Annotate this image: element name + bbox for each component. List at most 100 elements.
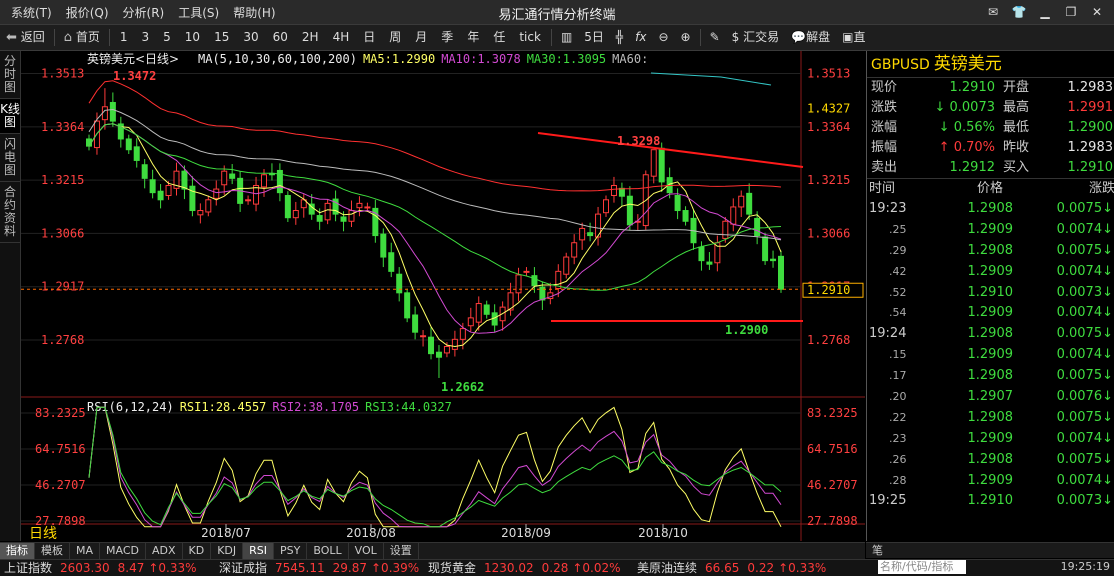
tick-time: .29: [889, 243, 907, 257]
rsi-tick-right: 83.2325: [807, 406, 858, 420]
side-tab[interactable]: 分时图: [0, 51, 20, 99]
index-change: 8.47: [117, 561, 145, 575]
candle-body: [149, 179, 156, 194]
indicator-tab[interactable]: MA: [70, 543, 101, 559]
period-buttons: 1 3 5 10 15 30 60 2H 4H 日周月季年任 tick: [113, 25, 548, 50]
menu-item[interactable]: 分析(R): [116, 4, 172, 21]
indicator-tab[interactable]: 指标: [0, 543, 35, 559]
indicator-tab[interactable]: ADX: [146, 543, 183, 559]
home-label: 首页: [75, 30, 100, 44]
candle-body: [563, 256, 570, 275]
market-index[interactable]: 美原油连续 66.65 0.22 ↑0.33%: [637, 560, 826, 576]
tick-price: 1.2909: [967, 263, 1014, 279]
indicator-tab[interactable]: 设置: [384, 543, 419, 559]
ticks-tab[interactable]: 笔: [866, 542, 1114, 558]
candle-body: [284, 195, 291, 219]
live-button[interactable]: ▣直: [836, 25, 871, 50]
candle-body: [603, 199, 610, 214]
bar-chart-icon[interactable]: ▥: [555, 25, 578, 50]
tick-change: 0.0076↓: [1056, 389, 1113, 405]
candle-body: [380, 233, 387, 258]
period-button[interactable]: 季: [434, 25, 460, 50]
menu-item[interactable]: 工具(S): [171, 4, 226, 21]
market-index[interactable]: 深证成指 7545.11 29.87 ↑0.39%: [219, 560, 419, 576]
window-controls: ✉ 👕 ▁ ❐ ✕: [980, 0, 1110, 24]
candle-body: [388, 252, 395, 272]
indicator-tab[interactable]: 模板: [35, 543, 70, 559]
restore-icon[interactable]: ❐: [1058, 5, 1084, 19]
candle-body: [523, 270, 530, 273]
period-button[interactable]: 年: [460, 25, 486, 50]
period-button[interactable]: 月: [408, 25, 434, 50]
tick-time: .42: [889, 264, 907, 278]
zoom-in-icon[interactable]: ⊕: [675, 25, 697, 50]
indicator-tab[interactable]: RSI: [243, 543, 275, 559]
shirt-icon[interactable]: 👕: [1006, 5, 1032, 19]
candle-body: [396, 273, 403, 294]
candle-body: [221, 170, 228, 186]
tick-list[interactable]: 19:23 1.2908 0.0075↓ .25 1.2909 0.0074↓ .29 1.2…: [867, 199, 1114, 512]
tick-time: 19:24: [869, 326, 907, 342]
candle-body: [133, 146, 140, 161]
candle-body: [412, 314, 419, 333]
pen-icon[interactable]: ✎: [704, 25, 726, 50]
period-button[interactable]: 2H: [295, 25, 326, 50]
search-input[interactable]: 名称/代码/指标: [878, 560, 966, 574]
candle-body: [404, 292, 411, 319]
period-button[interactable]: 10: [178, 25, 207, 50]
candle-body: [658, 147, 665, 183]
back-button[interactable]: ⬅ 返回: [0, 25, 51, 50]
indicator-tab[interactable]: KDJ: [211, 543, 244, 559]
analysis-button[interactable]: 💬解盘: [785, 25, 836, 50]
side-tab[interactable]: 闪电图: [0, 134, 20, 182]
price-tick-right: 1.3066: [807, 226, 850, 240]
kline-chart[interactable]: 1.3513 1.3513 1.3364 1.3364 1.3215 1.3215 1.30…: [21, 51, 865, 541]
price-tick-left: 1.2917: [41, 280, 84, 294]
period-button[interactable]: 5: [156, 25, 178, 50]
market-index[interactable]: 上证指数 2603.30 8.47 ↑0.33%: [4, 560, 197, 576]
mail-icon[interactable]: ✉: [980, 5, 1006, 19]
high-annotation: 1.3472: [113, 69, 156, 83]
quote-panel: GBPUSD 英镑美元 现价 1.2910 开盘 1.2983 涨跌 ↓ 0.0073 最高 1…: [866, 51, 1114, 541]
tick-row: .29 1.2908 0.0075↓: [867, 241, 1114, 262]
period-button[interactable]: tick: [512, 25, 548, 50]
indicator-tab[interactable]: BOLL: [307, 543, 349, 559]
five-day-button[interactable]: 5日: [578, 25, 610, 50]
quote-number: 0.56%: [949, 120, 995, 135]
market-index[interactable]: 现货黄金 1230.02 0.28 ↑0.02%: [428, 560, 621, 576]
rsi1-line: [88, 406, 782, 528]
period-button[interactable]: 30: [236, 25, 265, 50]
side-tab[interactable]: K线图: [0, 99, 20, 134]
menu-item[interactable]: 系统(T): [4, 4, 59, 21]
candle-body: [459, 328, 466, 340]
minimize-icon[interactable]: ▁: [1032, 5, 1058, 19]
trade-button[interactable]: $ 汇交易: [726, 25, 785, 50]
period-button[interactable]: 15: [207, 25, 236, 50]
ma100-line: [88, 80, 782, 192]
indicator-tab[interactable]: MACD: [100, 543, 146, 559]
menu-item[interactable]: 报价(Q): [59, 4, 116, 21]
period-button[interactable]: 60: [266, 25, 295, 50]
indicator-tab[interactable]: KD: [183, 543, 212, 559]
tick-change: 0.0074↓: [1056, 430, 1113, 446]
menu-bar: 系统(T) 报价(Q) 分析(R) 工具(S) 帮助(H): [4, 0, 283, 24]
side-tab[interactable]: 合约资料: [0, 182, 20, 243]
tick-row: .23 1.2909 0.0074↓: [867, 429, 1114, 450]
index-percent: ↑0.39%: [371, 561, 420, 575]
period-button[interactable]: 3: [135, 25, 157, 50]
candle-icon[interactable]: ╬: [610, 25, 629, 50]
close-icon[interactable]: ✕: [1084, 5, 1110, 19]
menu-item[interactable]: 帮助(H): [226, 4, 282, 21]
period-button[interactable]: 周: [382, 25, 408, 50]
period-button[interactable]: 4H: [326, 25, 357, 50]
period-button[interactable]: 日: [356, 25, 382, 50]
zoom-out-icon[interactable]: ⊖: [652, 25, 674, 50]
fx-button[interactable]: fx: [629, 25, 652, 50]
period-button[interactable]: 任: [486, 25, 512, 50]
candle-body: [467, 317, 474, 327]
indicator-tab[interactable]: PSY: [274, 543, 308, 559]
indicator-tab[interactable]: VOL: [349, 543, 384, 559]
period-button[interactable]: 1: [113, 25, 135, 50]
chart-area[interactable]: 1.3513 1.3513 1.3364 1.3364 1.3215 1.3215 1.30…: [21, 51, 865, 541]
home-button[interactable]: ⌂ 首页: [58, 25, 106, 50]
